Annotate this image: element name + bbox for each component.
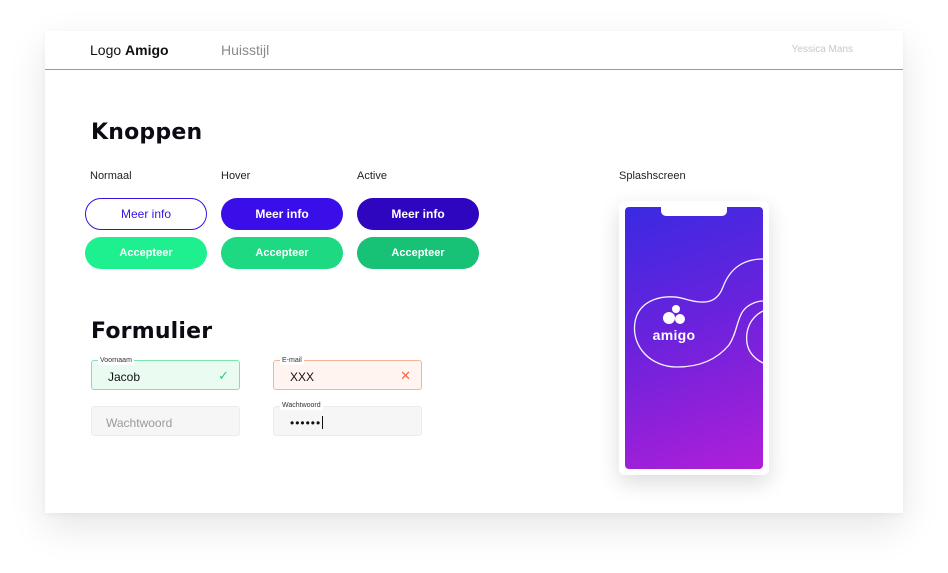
column-label-normal: Normaal [90,170,132,182]
top-navigation-bar: Logo Amigo Huisstijl Yessica Mans [45,31,903,70]
logo-brand: Amigo [125,42,169,58]
meer-info-button-hover[interactable]: Meer info [221,198,343,230]
email-field[interactable]: E-mail XXX ✕ [273,356,422,390]
section-title-buttons: Knoppen [91,120,203,145]
wachtwoord-legend: Wachtwoord [280,401,323,410]
page-card: Logo Amigo Huisstijl Yessica Mans Knoppe… [45,31,903,513]
column-label-active: Active [357,170,387,182]
error-x-icon: ✕ [400,368,411,383]
meer-info-button-normal[interactable]: Meer info [85,198,207,230]
text-cursor [322,416,324,429]
wachtwoord-masked-value: •••••• [290,416,322,430]
wachtwoord-placeholder: Wachtwoord [106,416,173,430]
splash-brand-text: amigo [652,327,696,343]
meer-info-button-active[interactable]: Meer info [357,198,479,230]
wachtwoord-field-empty[interactable]: Wachtwoord [91,406,240,436]
amigo-dots-icon [663,305,685,324]
splash-screen: amigo [625,207,763,469]
user-name[interactable]: Yessica Mans [792,44,853,55]
voornaam-field[interactable]: Voornaam Jacob ✓ [91,356,240,390]
splashscreen-label: Splashscreen [619,170,686,182]
amigo-splash-logo: amigo [639,304,709,343]
accepteer-button-active[interactable]: Accepteer [357,237,479,269]
phone-mockup: amigo [619,201,769,475]
accepteer-button-normal[interactable]: Accepteer [85,237,207,269]
email-value: XXX [290,370,315,384]
nav-link-huisstijl[interactable]: Huisstijl [221,42,269,58]
logo[interactable]: Logo Amigo [90,42,169,58]
wachtwoord-field-filled[interactable]: Wachtwoord •••••• [273,401,422,436]
phone-notch [661,207,727,216]
email-legend: E-mail [280,356,304,365]
accepteer-button-hover[interactable]: Accepteer [221,237,343,269]
logo-prefix: Logo [90,42,122,58]
voornaam-value: Jacob [108,370,141,384]
section-title-form: Formulier [91,319,213,344]
voornaam-legend: Voornaam [98,356,134,365]
check-icon: ✓ [218,368,229,383]
column-label-hover: Hover [221,170,251,182]
